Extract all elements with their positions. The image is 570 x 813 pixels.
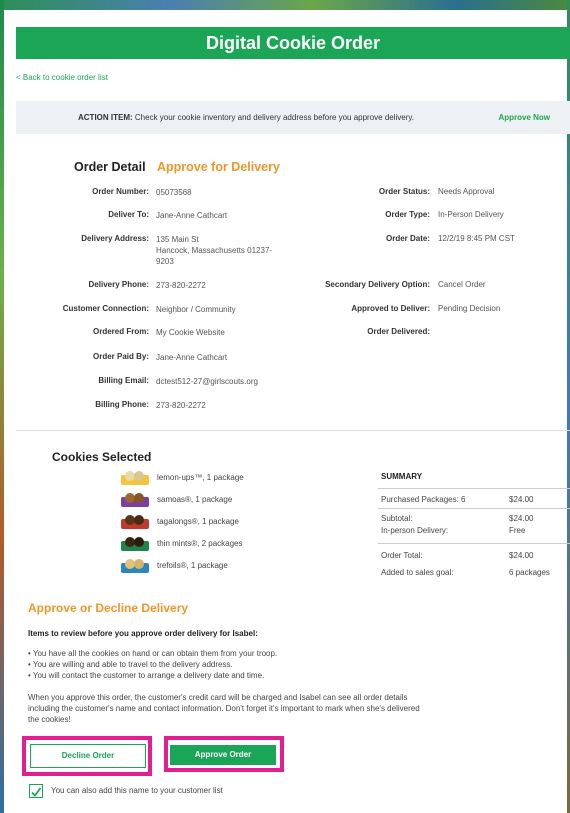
summary-divider bbox=[378, 488, 570, 489]
cookie-item-label: samoas®, 1 package bbox=[157, 495, 233, 504]
order-delivered-label: Order Delivered: bbox=[367, 327, 430, 336]
order-type-value: In-Person Delivery bbox=[438, 210, 504, 219]
sales-goal-value: 6 packages bbox=[509, 568, 550, 577]
cookie-item-label: tagalongs®, 1 package bbox=[157, 517, 239, 526]
action-item-banner: ACTION ITEM: Check your cookie inventory… bbox=[16, 101, 570, 134]
address-line-2: Hancock, Massachusetts 01237- bbox=[156, 246, 273, 255]
order-date-label: Order Date: bbox=[385, 234, 430, 243]
list-item: • You are willing and able to travel to … bbox=[28, 660, 233, 669]
cookie-item-label: lemon-ups™, 1 package bbox=[157, 473, 244, 482]
approve-for-delivery-heading: Approve for Delivery bbox=[157, 160, 280, 174]
add-to-customer-list-label: You can also add this name to your custo… bbox=[51, 786, 223, 795]
order-number-value: 05073568 bbox=[156, 188, 192, 197]
delivery-address-value: 135 Main St Hancock, Massachusetts 01237… bbox=[156, 234, 296, 267]
order-paid-by-label: Order Paid By: bbox=[92, 352, 149, 361]
cookie-item-label: thin mints®, 2 packages bbox=[157, 539, 243, 548]
billing-email-value: dctest512-27@girlscouts.org bbox=[156, 377, 258, 386]
order-detail-heading: Order Detail bbox=[74, 160, 146, 174]
list-item: • You will contact the customer to arran… bbox=[28, 671, 265, 680]
decline-order-button[interactable]: Decline Order bbox=[30, 744, 146, 768]
address-line-3: 9203 bbox=[156, 257, 174, 266]
samoas-box-icon bbox=[121, 493, 149, 507]
checkmark-icon bbox=[31, 787, 42, 797]
approved-to-deliver-value: Pending Decision bbox=[438, 304, 501, 313]
purchased-packages-label: Purchased Packages: 6 bbox=[381, 495, 466, 504]
review-items-heading: Items to review before you approve order… bbox=[28, 629, 258, 638]
approval-info-paragraph: When you approve this order, the custome… bbox=[28, 693, 420, 724]
secondary-delivery-option-label: Secondary Delivery Option: bbox=[325, 280, 430, 289]
action-item-label: ACTION ITEM: bbox=[78, 113, 133, 122]
approved-to-deliver-label: Approved to Deliver: bbox=[351, 304, 430, 313]
action-item-message: Check your cookie inventory and delivery… bbox=[134, 113, 415, 122]
trefoils-box-icon bbox=[121, 559, 149, 573]
summary-heading: SUMMARY bbox=[381, 472, 423, 481]
order-date-value: 12/2/19 8:45 PM CST bbox=[438, 234, 515, 243]
left-decorative-strip bbox=[0, 0, 4, 813]
delivery-fee-value: Free bbox=[509, 526, 526, 535]
deliver-to-value: Jane-Anne Cathcart bbox=[156, 211, 228, 220]
approve-order-button[interactable]: Approve Order bbox=[170, 745, 276, 765]
cookies-selected-heading: Cookies Selected bbox=[52, 450, 152, 464]
section-divider bbox=[16, 430, 570, 431]
page-title: Digital Cookie Order bbox=[16, 27, 570, 59]
delivery-phone-value: 273-820-2272 bbox=[156, 281, 206, 290]
purchased-packages-value: $24.00 bbox=[509, 495, 534, 504]
sales-goal-label: Added to sales goal: bbox=[381, 568, 454, 577]
order-number-label: Order Number: bbox=[92, 187, 149, 196]
tagalongs-box-icon bbox=[121, 515, 149, 529]
subtotal-label: Subtotal: bbox=[381, 514, 413, 523]
order-type-label: Order Type: bbox=[385, 210, 430, 219]
approve-now-link[interactable]: Approve Now bbox=[498, 101, 550, 134]
delivery-fee-label: In-person Delivery: bbox=[381, 526, 449, 535]
ordered-from-value: My Cookie Website bbox=[156, 328, 225, 337]
customer-connection-label: Customer Connection: bbox=[62, 304, 149, 313]
billing-phone-label: Billing Phone: bbox=[95, 400, 149, 409]
deliver-to-label: Deliver To: bbox=[108, 210, 149, 219]
thin-mints-box-icon bbox=[121, 537, 149, 551]
add-to-customer-list-checkbox[interactable] bbox=[29, 784, 43, 798]
delivery-address-label: Delivery Address: bbox=[81, 234, 149, 243]
customer-connection-value: Neighbor / Community bbox=[156, 305, 236, 314]
summary-divider bbox=[378, 543, 570, 544]
secondary-delivery-option-value: Cancel Order bbox=[438, 280, 486, 289]
billing-email-label: Billing Email: bbox=[98, 376, 149, 385]
cookie-item-label: trefoils®, 1 package bbox=[157, 561, 228, 570]
delivery-phone-label: Delivery Phone: bbox=[88, 280, 149, 289]
lemon-ups-box-icon bbox=[121, 471, 149, 485]
order-status-value: Needs Approval bbox=[438, 187, 495, 196]
review-items-list: • You have all the cookies on hand or ca… bbox=[28, 648, 277, 681]
order-total-value: $24.00 bbox=[509, 551, 534, 560]
address-line-1: 135 Main St bbox=[156, 235, 199, 244]
billing-phone-value: 273-820-2272 bbox=[156, 401, 206, 410]
action-item-text: ACTION ITEM: Check your cookie inventory… bbox=[78, 101, 414, 134]
order-status-label: Order Status: bbox=[378, 187, 430, 196]
approve-decline-heading: Approve or Decline Delivery bbox=[28, 601, 189, 615]
top-decorative-strip bbox=[0, 0, 570, 10]
order-total-label: Order Total: bbox=[381, 551, 423, 560]
summary-divider bbox=[378, 508, 570, 509]
order-paid-by-value: Jane-Anne Cathcart bbox=[156, 353, 228, 362]
ordered-from-label: Ordered From: bbox=[92, 327, 149, 336]
back-to-order-list-link[interactable]: < Back to cookie order list bbox=[16, 73, 108, 82]
subtotal-value: $24.00 bbox=[509, 514, 534, 523]
list-item: • You have all the cookies on hand or ca… bbox=[28, 649, 278, 658]
